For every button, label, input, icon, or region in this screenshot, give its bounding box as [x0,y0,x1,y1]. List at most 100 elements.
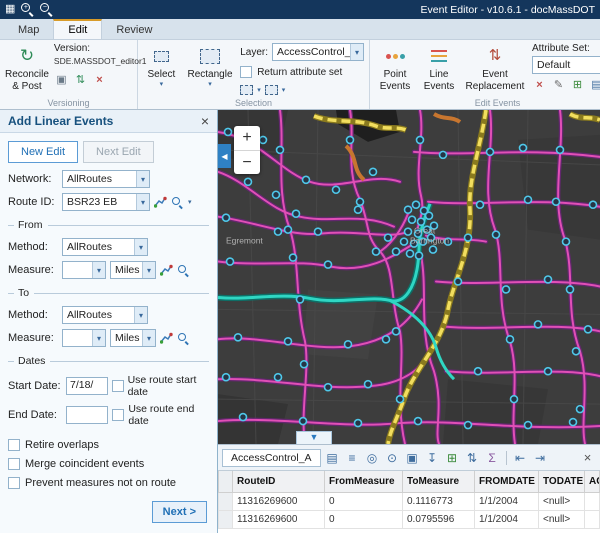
layer-dropdown[interactable]: AccessControl_A ▾ [272,43,364,61]
network-dropdown[interactable]: AllRoutes ▾ [62,170,150,188]
collapse-table-button[interactable]: ▼ [296,431,332,444]
clear-attribute-icon[interactable]: × [532,78,547,93]
menu-icon[interactable]: ▦ [5,4,15,15]
table-row[interactable]: 11316269600 0 0.0795596 1/1/2004 <null> [219,510,600,528]
row-selector[interactable] [219,510,233,528]
use-route-start-date-label: Use route start date [128,374,209,398]
new-edit-button[interactable]: New Edit [8,141,78,163]
zoom-in-tool-icon[interactable]: + [21,3,34,16]
route-locator-magnifier-icon[interactable] [171,196,184,209]
list-icon[interactable]: ≡ [344,449,361,466]
use-route-start-date-checkbox[interactable] [112,380,124,392]
close-table-icon[interactable]: × [579,449,596,466]
sort-icon[interactable]: ⇅ [464,449,481,466]
app-title: Event Editor - v10.6.1 - docMassDOT [421,4,595,16]
refresh-version-icon[interactable]: ⇅ [73,73,88,88]
to-unit-dropdown[interactable]: Miles ▾ [110,329,156,347]
selection-option-icon[interactable] [240,85,253,95]
label-great: Great [414,226,436,236]
table-layer-tab[interactable]: AccessControl_A [222,449,321,467]
next-edit-button[interactable]: Next Edit [83,141,154,163]
from-measure-magnifier-icon[interactable] [177,264,190,277]
zoom-to-selection-icon[interactable]: ◎ [364,449,381,466]
edit-attribute-icon[interactable]: ✎ [551,78,566,93]
event-replacement-button[interactable]: ⇅ Event Replacement [463,43,527,96]
column-header-fromdate[interactable]: FROMDATE [475,471,539,492]
collapse-panel-left-button[interactable]: ◀ [218,144,231,168]
merge-coincident-events-checkbox[interactable] [8,458,20,470]
to-method-dropdown[interactable]: AllRoutes ▾ [62,306,148,324]
network-label: Network: [8,173,58,185]
from-measure-dropdown[interactable]: ▾ [62,261,106,279]
tab-edit[interactable]: Edit [53,19,102,39]
attribute-table-icon[interactable]: ▤ [589,78,600,93]
from-method-dropdown[interactable]: AllRoutes ▾ [62,238,148,256]
chevron-down-icon: ▾ [136,171,149,187]
pick-route-on-map-icon[interactable] [154,196,167,208]
column-header-ac[interactable]: AC [585,471,600,492]
line-events-button[interactable]: Line Events [420,43,458,96]
return-attribute-set-checkbox[interactable] [240,66,252,78]
to-measure-magnifier-icon[interactable] [177,332,190,345]
add-attribute-set-icon[interactable]: ⊞ [570,78,585,93]
to-measure-label: Measure: [8,332,58,344]
close-panel-icon[interactable]: × [201,114,209,128]
table-row[interactable]: 11316269600 0 0.1116773 1/1/2004 <null> [219,492,600,510]
attribute-table-panel: AccessControl_A ▤ ≡ ◎ ⊙ ▣ ↧ ⊞ ⇅ Σ ⇤ ⇥ × [218,444,600,533]
cell-tomeasure: 0.0795596 [403,510,475,528]
zoom-out-tool-icon[interactable]: − [40,3,53,16]
select-records-icon[interactable]: ▣ [404,449,421,466]
from-unit-dropdown[interactable]: Miles ▾ [110,261,156,279]
cell-ac [585,510,600,528]
point-events-button[interactable]: Point Events [375,43,415,96]
tab-review[interactable]: Review [102,21,166,39]
line-events-label: Line Events [420,69,458,92]
point-events-label: Point Events [375,69,415,92]
retire-overlaps-checkbox[interactable] [8,439,20,451]
reconcile-post-button[interactable]: ↻ Reconcile & Post [5,43,49,96]
merge-coincident-events-label: Merge coincident events [25,458,144,470]
column-header-frommeasure[interactable]: FromMeasure [325,471,403,492]
column-header-tomeasure[interactable]: ToMeasure [403,471,475,492]
content-area: Add Linear Events × New Edit Next Edit N… [0,110,600,533]
pick-to-measure-icon[interactable] [160,332,173,344]
column-header-todate[interactable]: TODATE [539,471,585,492]
add-record-icon[interactable]: ⊞ [444,449,461,466]
prevent-measures-label: Prevent measures not on route [25,477,176,489]
row-selector[interactable] [219,492,233,510]
delete-version-icon[interactable]: × [92,73,107,88]
label-egremont: Egremont [226,236,263,246]
tab-map[interactable]: Map [4,21,53,39]
pan-to-selection-icon[interactable]: ⊙ [384,449,401,466]
version-properties-icon[interactable]: ▣ [54,73,69,88]
attribute-set-dropdown[interactable]: Default ▾ [532,56,600,74]
to-measure-dropdown[interactable]: ▾ [62,329,106,347]
route-id-label: Route ID: [8,196,58,208]
pick-from-measure-icon[interactable] [160,264,173,276]
map-zoom-out-button[interactable]: − [234,150,260,174]
rectangle-tool-button[interactable]: Rectangle ▾ [185,43,235,96]
attribute-set-value: Default [533,57,600,73]
map-viewport[interactable]: Egremont Great Barrington + − ◀ ▼ [218,110,600,444]
next-button[interactable]: Next > [152,501,207,523]
last-page-icon[interactable]: ⇥ [532,449,549,466]
use-route-end-date-checkbox[interactable] [112,409,124,421]
selection-option-icon[interactable] [265,85,278,95]
map-canvas[interactable]: Egremont Great Barrington [218,110,600,444]
row-selector-header [219,471,233,492]
select-tool-button[interactable]: Select ▾ [143,43,180,96]
statistics-icon[interactable]: Σ [484,449,501,466]
select-tool-label: Select [148,69,176,81]
route-id-combo[interactable]: BSR23 EB ▾ [62,193,150,211]
import-records-icon[interactable]: ↧ [424,449,441,466]
first-page-icon[interactable]: ⇤ [512,449,529,466]
end-date-input[interactable] [66,406,108,424]
chevron-down-icon: ▾ [136,194,149,210]
map-zoom-in-button[interactable]: + [234,126,260,150]
attribute-switcher-icon[interactable]: ▤ [324,449,341,466]
start-date-input[interactable]: 7/18/ [66,377,108,395]
prevent-measures-checkbox[interactable] [8,477,20,489]
version-value[interactable]: SDE.MASSDOT_editor1 [54,56,147,66]
from-measure-label: Measure: [8,264,58,276]
column-header-routeid[interactable]: RouteID [233,471,325,492]
